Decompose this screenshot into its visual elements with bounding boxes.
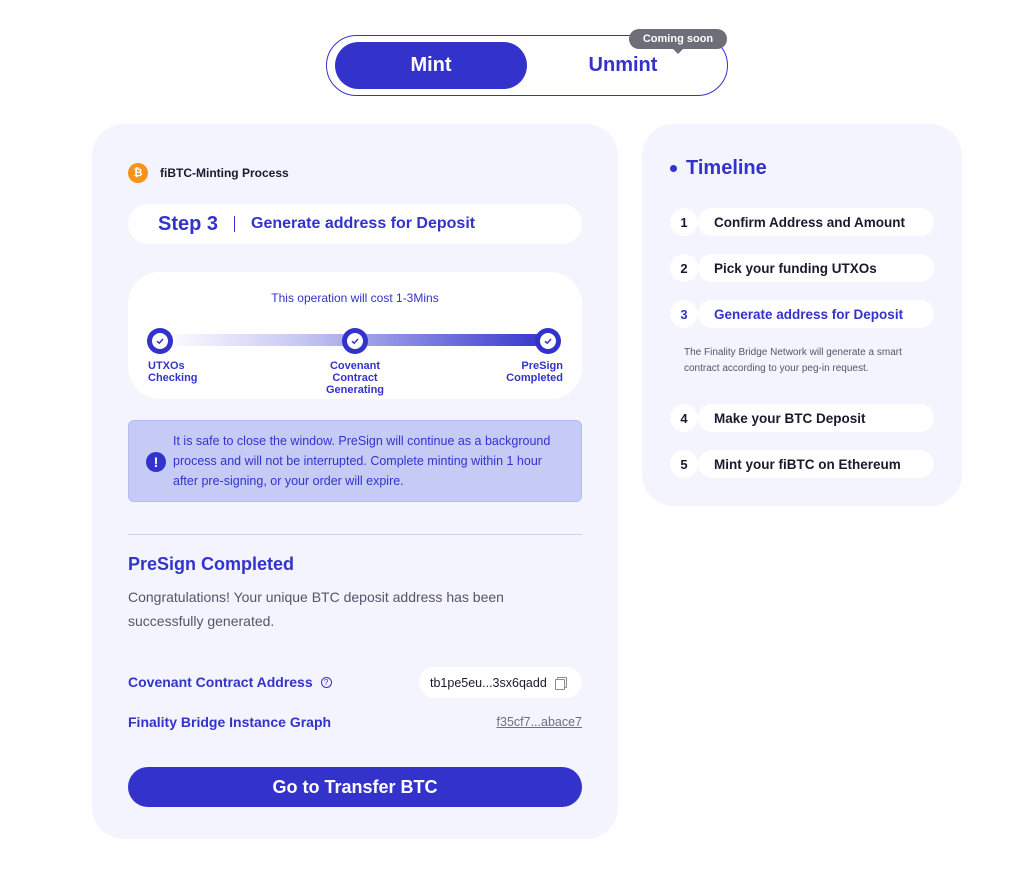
timeline-title: Timeline: [670, 157, 767, 180]
minting-process-card: ₿ fiBTC-Minting Process Step 3 Generate …: [92, 124, 618, 839]
timeline-item-label: Make your BTC Deposit: [698, 404, 934, 432]
stage-3-check-icon: [535, 328, 561, 354]
process-title: fiBTC-Minting Process: [160, 166, 289, 180]
timeline-card: Timeline 1 Confirm Address and Amount 2 …: [642, 124, 962, 506]
stage-3-label: PreSign Completed: [506, 360, 563, 384]
timeline-item-number: 3: [670, 300, 698, 328]
mint-tab[interactable]: Mint: [335, 42, 527, 89]
info-notice: ! It is safe to close the window. PreSig…: [128, 420, 582, 502]
copy-icon[interactable]: [554, 676, 567, 690]
step-label: Generate address for Deposit: [251, 215, 476, 232]
process-header: ₿ fiBTC-Minting Process: [128, 163, 289, 183]
progress-panel: This operation will cost 1-3Mins UTXOs C…: [128, 272, 582, 399]
go-to-transfer-btc-button[interactable]: Go to Transfer BTC: [128, 767, 582, 807]
notice-text: It is safe to close the window. PreSign …: [173, 434, 551, 488]
stage-2-check-icon: [342, 328, 368, 354]
section-divider: [128, 534, 582, 535]
timeline-item-1: 1 Confirm Address and Amount: [670, 208, 934, 236]
timeline-item-number: 1: [670, 208, 698, 236]
unmint-tab[interactable]: Unmint: [527, 42, 719, 89]
timeline-item-3-active: 3 Generate address for Deposit: [670, 300, 934, 328]
timeline-item-label: Confirm Address and Amount: [698, 208, 934, 236]
step-number: Step 3: [158, 212, 219, 235]
timeline-active-description: The Finality Bridge Network will generat…: [684, 347, 902, 374]
contract-address-value: tb1pe5eu...3sx6qadd: [430, 675, 547, 690]
timeline-item-5: 5 Mint your fiBTC on Ethereum: [670, 450, 934, 478]
operation-cost-text: This operation will cost 1-3Mins: [271, 291, 439, 305]
stage-2-label: Covenant Contract Generating: [325, 360, 385, 396]
question-circle-icon[interactable]: ?: [320, 676, 332, 688]
bullet-icon: [670, 165, 677, 172]
timeline-item-number: 2: [670, 254, 698, 282]
covenant-contract-label: Covenant Contract Address ?: [128, 674, 332, 690]
exclamation-icon: !: [146, 452, 166, 472]
stage-1-label: UTXOs Checking: [148, 360, 198, 384]
timeline-item-label: Generate address for Deposit: [698, 300, 934, 328]
coming-soon-badge: Coming soon: [629, 29, 727, 54]
stage-1-check-icon: [147, 328, 173, 354]
instance-graph-label: Finality Bridge Instance Graph: [128, 714, 332, 730]
step-separator: [234, 216, 236, 232]
covenant-contract-address[interactable]: tb1pe5eu...3sx6qadd: [419, 667, 582, 698]
timeline-item-label: Mint your fiBTC on Ethereum: [698, 450, 934, 478]
timeline-item-2: 2 Pick your funding UTXOs: [670, 254, 934, 282]
timeline-item-number: 4: [670, 404, 698, 432]
instance-graph-link[interactable]: f35cf7...abace7: [497, 715, 582, 729]
step-indicator: Step 3 Generate address for Deposit: [128, 204, 582, 244]
bitcoin-icon: ₿: [128, 163, 148, 183]
presign-completed-title: PreSign Completed: [128, 554, 295, 574]
timeline-item-number: 5: [670, 450, 698, 478]
timeline-item-4: 4 Make your BTC Deposit: [670, 404, 934, 432]
presign-completed-description: Congratulations! Your unique BTC deposit…: [128, 589, 504, 629]
timeline-item-label: Pick your funding UTXOs: [698, 254, 934, 282]
